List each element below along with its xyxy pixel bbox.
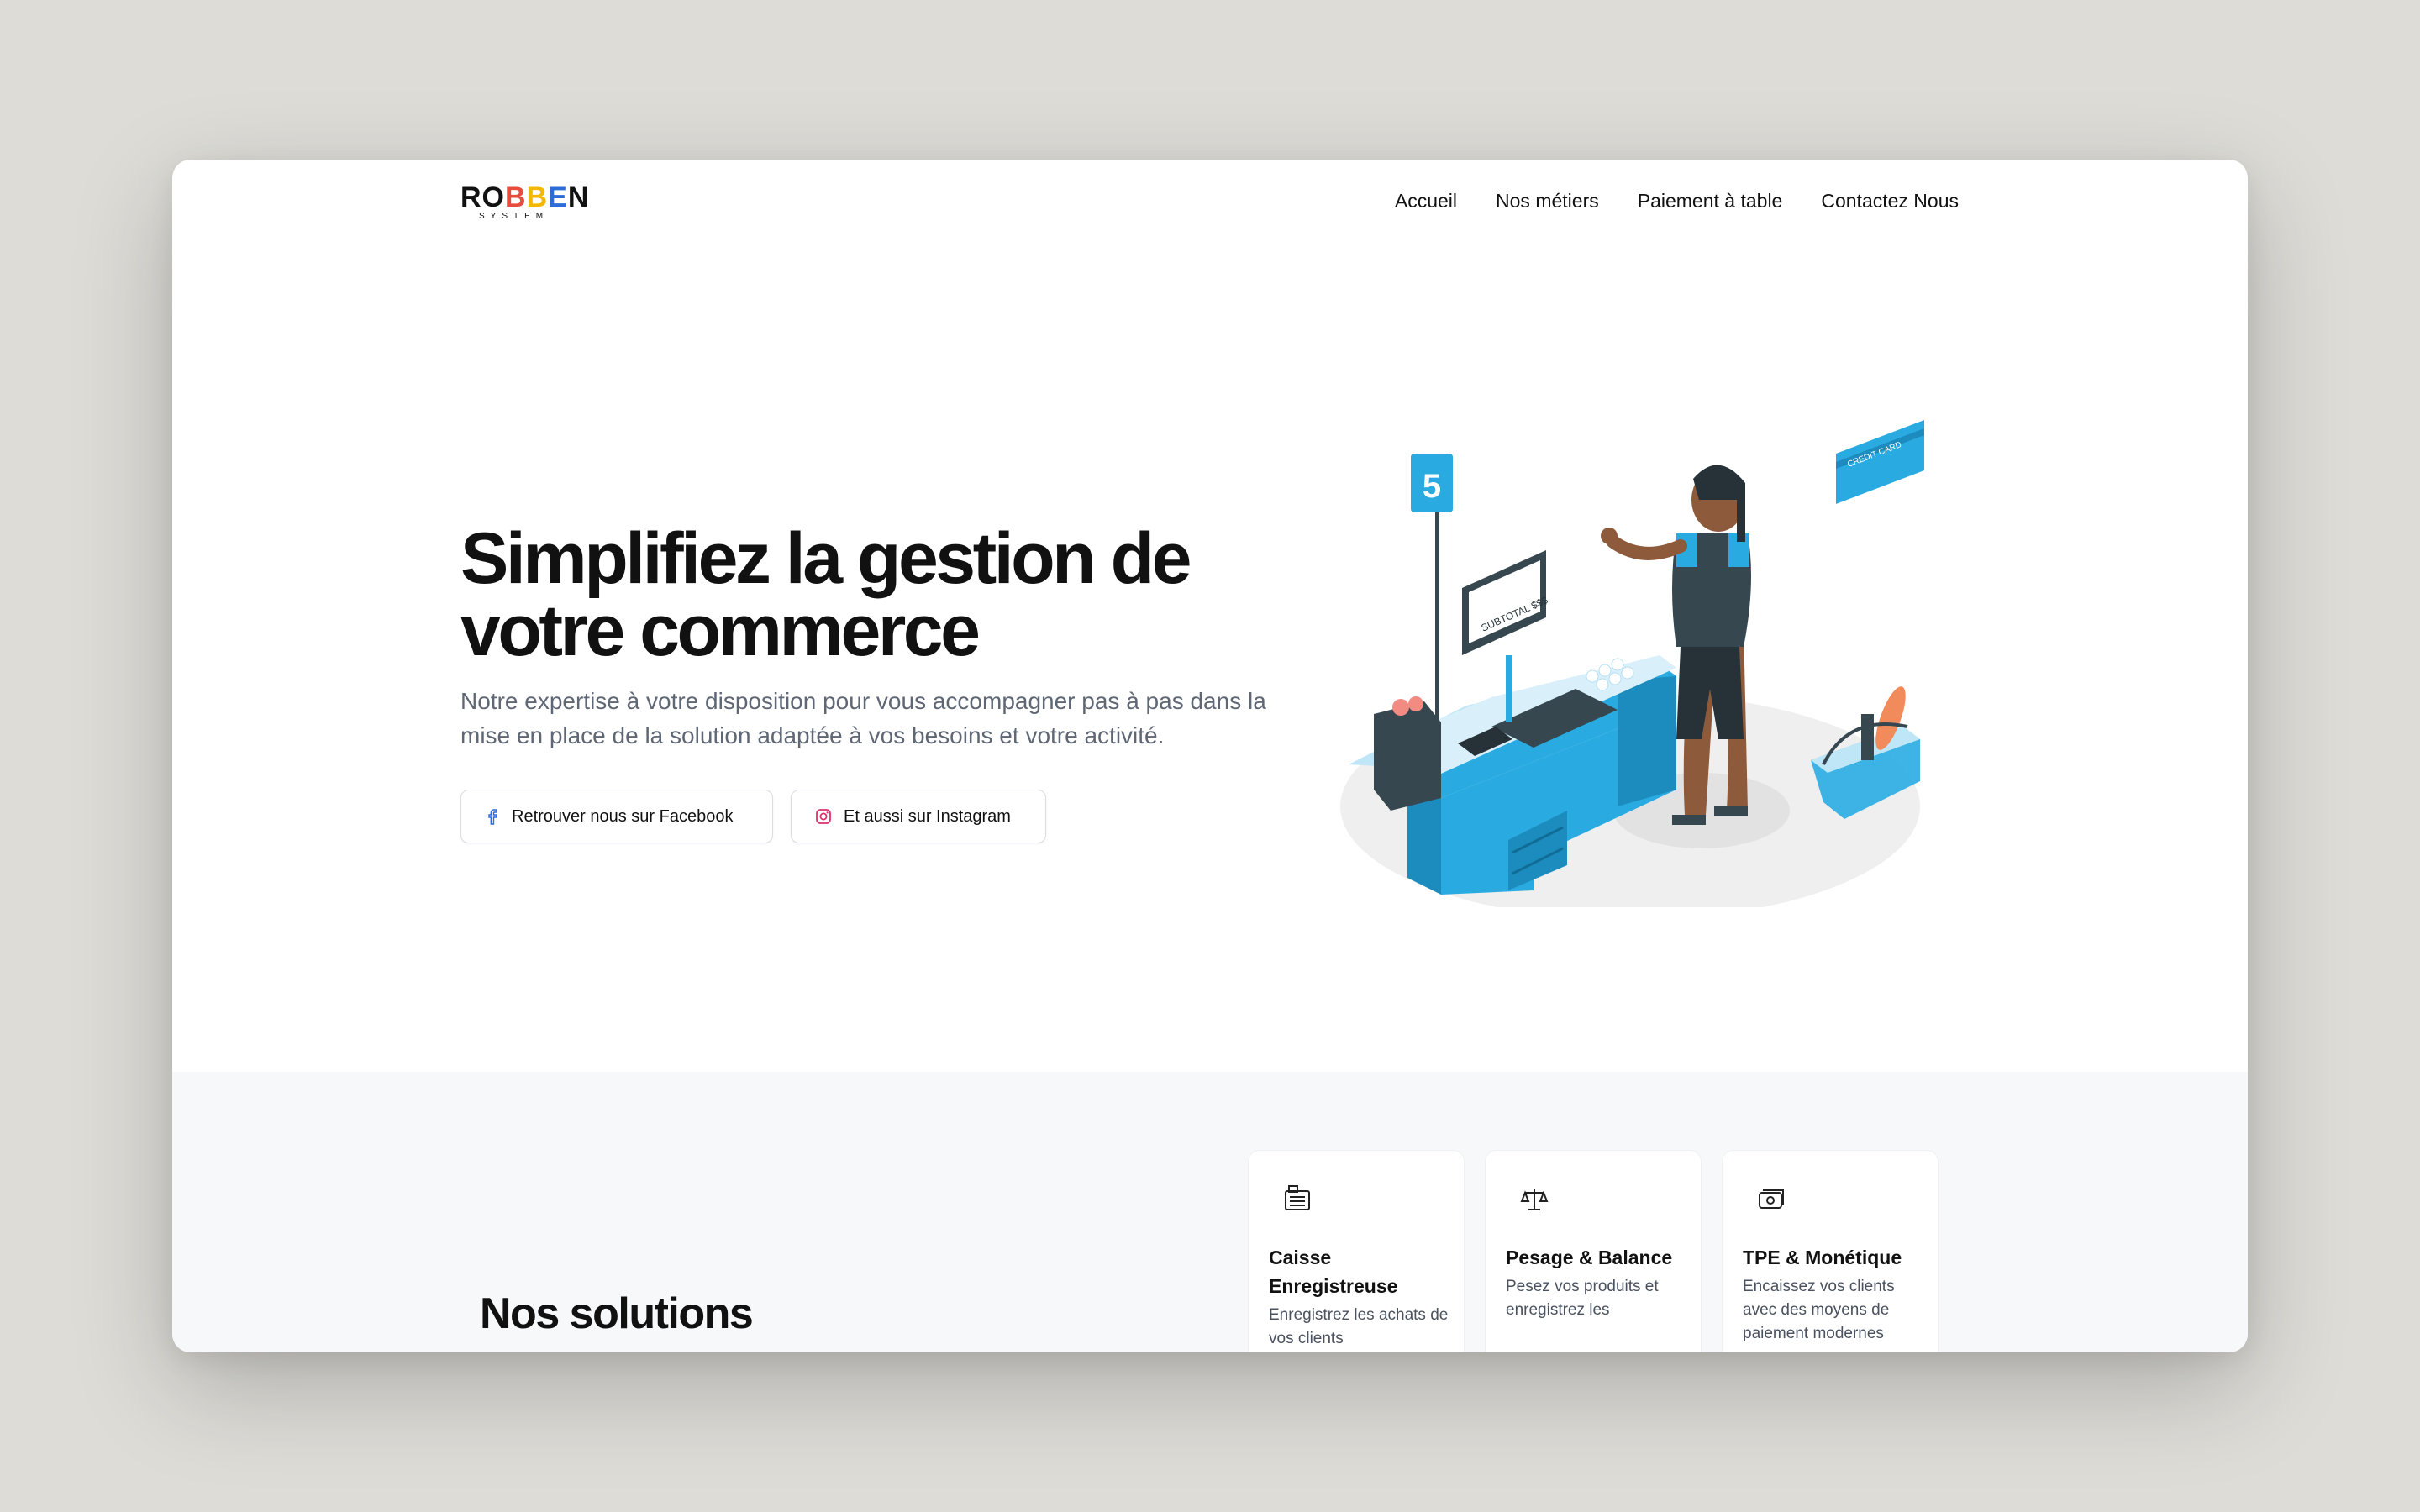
money-icon	[1759, 1189, 1784, 1209]
solutions-title: Nos solutions	[480, 1289, 754, 1338]
credit-card: CREDIT CARD	[1836, 420, 1924, 504]
hero-subtitle: Notre expertise à votre disposition pour…	[460, 688, 1266, 748]
solution-card-title: TPE & Monétique	[1743, 1247, 1902, 1268]
brand-logo[interactable]: ROBBEN SYSTEM	[460, 181, 590, 222]
scale-icon	[1520, 1189, 1549, 1210]
facebook-button-label: Retrouver nous sur Facebook	[512, 806, 734, 826]
cash-register-icon	[1285, 1185, 1310, 1210]
logo-wordmark: ROBBEN	[460, 181, 590, 213]
instagram-button-label: Et aussi sur Instagram	[844, 806, 1011, 826]
browser-window: ROBBEN SYSTEM Accueil Nos métiers Paieme…	[172, 160, 2248, 1352]
solution-card-description: Encaissez vos clients avec des moyens de…	[1743, 1278, 1895, 1342]
main-nav: Accueil Nos métiers Paiement à table Con…	[1395, 188, 1959, 213]
facebook-button[interactable]: Retrouver nous sur Facebook	[460, 790, 773, 843]
solutions-section: Nos solutions Caisse Enregistreuse Enreg…	[172, 1072, 2248, 1352]
nav-nos-metiers[interactable]: Nos métiers	[1496, 188, 1599, 213]
nav-accueil[interactable]: Accueil	[1395, 188, 1457, 213]
solution-card-title: Pesage & Balance	[1506, 1247, 1673, 1268]
nav-contactez-nous[interactable]: Contactez Nous	[1821, 188, 1959, 213]
solution-card-description: Enregistrez les achats de vos clients	[1269, 1306, 1449, 1347]
solution-card-caisse[interactable]: Caisse Enregistreuse Enregistrez les ach…	[1248, 1150, 1465, 1352]
instagram-button[interactable]: Et aussi sur Instagram	[791, 790, 1046, 843]
logo-subtitle: SYSTEM	[479, 212, 550, 221]
queue-number: 5	[1423, 468, 1441, 505]
nav-paiement-a-table[interactable]: Paiement à table	[1638, 188, 1783, 213]
shopping-bag	[1374, 696, 1441, 811]
instagram-icon	[816, 809, 831, 824]
checkout-illustration: SUBTOTAL $$$ 5 CREDIT CARD	[1340, 420, 1924, 907]
facebook-icon	[488, 809, 497, 825]
queue-sign: 5	[1411, 454, 1453, 722]
solution-card-pesage[interactable]: Pesage & Balance Pesez vos produits et e…	[1485, 1150, 1702, 1352]
solution-card-description: Pesez vos produits et enregistrez les	[1506, 1278, 1659, 1319]
hero-title: Simplifiez la gestion de votre commerce	[460, 518, 1192, 671]
solution-card-tpe[interactable]: TPE & Monétique Encaissez vos clients av…	[1722, 1150, 1939, 1352]
solution-card-title: Caisse Enregistreuse	[1269, 1247, 1398, 1297]
